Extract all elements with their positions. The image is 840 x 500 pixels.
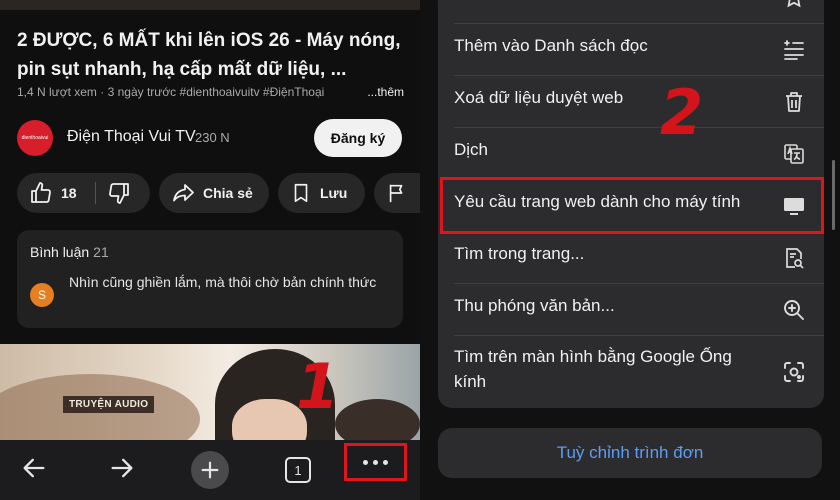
- video-player-edge[interactable]: [0, 0, 420, 10]
- like-count: 18: [61, 185, 77, 201]
- menu-item-label: Tìm trên màn hình bằng Google Ống kính: [454, 347, 732, 391]
- more-dot: [383, 459, 388, 465]
- menu-item-translate[interactable]: Dịch: [438, 128, 824, 180]
- subscribe-button[interactable]: Đăng ký: [314, 119, 402, 157]
- trash-icon: [782, 90, 806, 114]
- translate-icon: [782, 142, 806, 166]
- step-1-annotation: 1: [296, 350, 340, 423]
- menu-item-hidden[interactable]: [438, 0, 824, 24]
- action-bar: 18 Chia sẻ Lưu: [17, 173, 420, 213]
- menu-item-find-in-page[interactable]: Tìm trong trang...: [438, 232, 824, 284]
- menu-item-label: Thêm vào Danh sách đọc: [454, 36, 648, 55]
- comments-header: Bình luận 21: [30, 244, 109, 260]
- comments-section[interactable]: Bình luận 21 S Nhìn cũng ghiền lắm, mà th…: [17, 230, 403, 328]
- like-dislike-pill: 18: [17, 173, 150, 213]
- like-separator: [95, 182, 96, 204]
- customize-menu-button[interactable]: Tuỳ chỉnh trình đơn: [438, 428, 822, 478]
- thumbs-down-icon: [107, 181, 131, 205]
- like-button[interactable]: 18: [29, 181, 77, 205]
- comments-count: 21: [93, 244, 109, 260]
- menu-item-label: Dịch: [454, 140, 489, 159]
- tab-switcher-button[interactable]: 1: [276, 448, 320, 492]
- forward-arrow-icon: [108, 454, 136, 487]
- thumbnail-person-2: [335, 399, 420, 440]
- new-tab-button[interactable]: [188, 448, 232, 492]
- google-lens-icon: [782, 360, 806, 384]
- share-label: Chia sẻ: [203, 185, 253, 201]
- reading-list-icon: [782, 38, 806, 62]
- menu-item-clear-data[interactable]: Xoá dữ liệu duyệt web: [438, 76, 824, 128]
- menu-item-label: Thu phóng văn bản...: [454, 296, 615, 315]
- menu-scrollbar[interactable]: [832, 160, 835, 230]
- dislike-button[interactable]: [107, 181, 131, 205]
- next-video-thumbnail[interactable]: TRUYỆN AUDIO: [0, 344, 420, 440]
- flag-icon: [386, 182, 408, 204]
- menu-item-zoom-text[interactable]: Thu phóng văn bản...: [438, 284, 824, 336]
- video-meta[interactable]: 1,4 N lượt xem · 3 ngày trước #dienthoai…: [17, 85, 412, 99]
- video-title[interactable]: 2 ĐƯỢC, 6 MẤT khi lên iOS 26 - Máy nóng,…: [17, 26, 412, 84]
- plus-icon: [191, 451, 229, 489]
- forward-button[interactable]: [100, 448, 144, 492]
- step-2-annotation: 2: [660, 76, 704, 149]
- bookmark-icon: [290, 182, 312, 204]
- show-more-link[interactable]: ...thêm: [363, 85, 404, 99]
- audio-badge: TRUYỆN AUDIO: [63, 396, 155, 413]
- save-button[interactable]: Lưu: [278, 173, 365, 213]
- report-button[interactable]: [374, 173, 420, 213]
- menu-item-label: Tìm trong trang...: [454, 244, 585, 263]
- back-button[interactable]: [12, 448, 56, 492]
- commenter-avatar: S: [30, 283, 54, 307]
- share-arrow-icon: [171, 181, 195, 205]
- find-in-page-icon: [782, 246, 806, 270]
- more-dot: [373, 459, 378, 465]
- menu-item-google-lens[interactable]: Tìm trên màn hình bằng Google Ống kính: [438, 336, 824, 404]
- save-label: Lưu: [320, 185, 348, 201]
- top-comment-text: Nhìn cũng ghiền lắm, mà thôi chờ bản chí…: [69, 274, 377, 290]
- more-dots-icon: [363, 459, 368, 465]
- back-arrow-icon: [20, 454, 48, 487]
- zoom-icon: [782, 298, 806, 322]
- menu-item-label: Xoá dữ liệu duyệt web: [454, 88, 624, 107]
- share-button[interactable]: Chia sẻ: [159, 173, 269, 213]
- channel-avatar[interactable]: dienthoaivui: [17, 120, 53, 156]
- highlight-desktop-option: [440, 177, 824, 234]
- star-icon: [782, 0, 806, 10]
- channel-name[interactable]: Điện Thoại Vui TV: [67, 128, 196, 146]
- video-meta-text: 1,4 N lượt xem · 3 ngày trước #dienthoai…: [17, 85, 325, 99]
- left-screen: 2 ĐƯỢC, 6 MẤT khi lên iOS 26 - Máy nóng,…: [0, 0, 420, 500]
- more-menu-button[interactable]: [344, 443, 407, 481]
- subscriber-count: 230 N: [195, 130, 230, 145]
- right-screen: Thêm vào Danh sách đọc Xoá dữ liệu duyệt…: [420, 0, 840, 500]
- comments-title: Bình luận: [30, 244, 90, 260]
- channel-row: dienthoaivui Điện Thoại Vui TV 230 N Đăn…: [17, 118, 407, 158]
- tab-count: 1: [285, 457, 311, 483]
- thumbs-up-icon: [29, 181, 53, 205]
- menu-item-reading-list[interactable]: Thêm vào Danh sách đọc: [438, 24, 824, 76]
